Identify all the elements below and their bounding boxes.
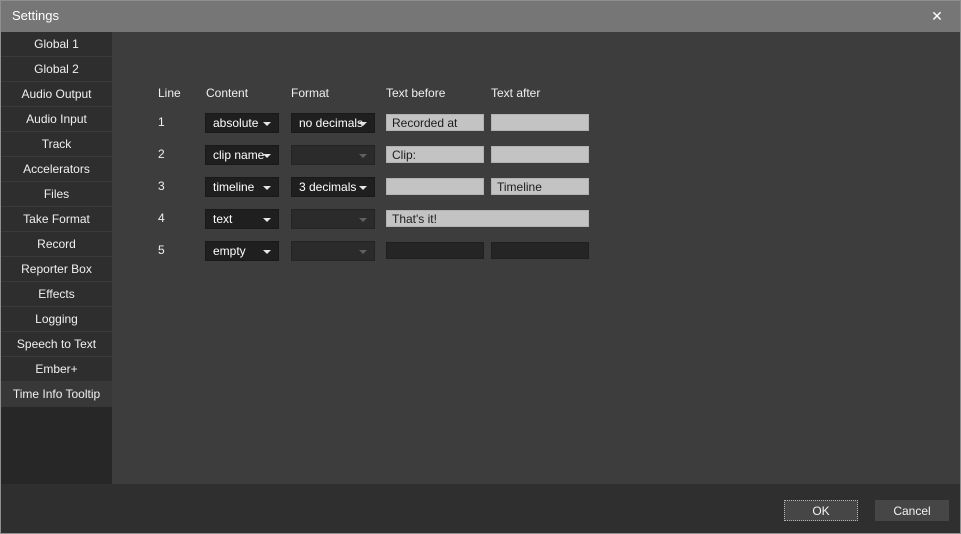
text-before-input-row5 [386, 242, 484, 259]
sidebar-item-logging[interactable]: Logging [1, 307, 112, 332]
close-icon[interactable]: ✕ [914, 1, 960, 32]
format-dropdown-row3[interactable]: 3 decimals [291, 177, 375, 197]
sidebar-item-audio-input[interactable]: Audio Input [1, 107, 112, 132]
chevron-down-icon [263, 154, 271, 158]
sidebar-item-speech-to-text[interactable]: Speech to Text [1, 332, 112, 357]
column-header-text-before: Text before [386, 86, 445, 100]
content-dropdown-row2[interactable]: clip name [205, 145, 279, 165]
sidebar-item-reporter-box[interactable]: Reporter Box [1, 257, 112, 282]
chevron-down-icon [263, 122, 271, 126]
sidebar-item-track[interactable]: Track [1, 132, 112, 157]
content-dropdown-row4[interactable]: text [205, 209, 279, 229]
dialog-title: Settings [12, 8, 59, 23]
sidebar-item-ember-plus[interactable]: Ember+ [1, 357, 112, 382]
format-dropdown-row4 [291, 209, 375, 229]
line-number-4: 4 [158, 211, 178, 225]
column-header-line: Line [158, 86, 181, 100]
sidebar-item-audio-output[interactable]: Audio Output [1, 82, 112, 107]
column-header-content: Content [206, 86, 248, 100]
sidebar-item-global-2[interactable]: Global 2 [1, 57, 112, 82]
column-header-text-after: Text after [491, 86, 540, 100]
text-after-input-row3[interactable] [491, 178, 589, 195]
text-before-input-row3[interactable] [386, 178, 484, 195]
settings-category-sidebar: Global 1 Global 2 Audio Output Audio Inp… [1, 32, 112, 484]
chevron-down-icon [263, 218, 271, 222]
format-dropdown-row5 [291, 241, 375, 261]
sidebar-item-record[interactable]: Record [1, 232, 112, 257]
chevron-down-icon [359, 186, 367, 190]
text-after-input-row5 [491, 242, 589, 259]
chevron-down-icon [359, 122, 367, 126]
content-dropdown-row5[interactable]: empty [205, 241, 279, 261]
format-dropdown-row1[interactable]: no decimals [291, 113, 375, 133]
chevron-down-icon [359, 250, 367, 254]
chevron-down-icon [263, 186, 271, 190]
text-before-input-row1[interactable] [386, 114, 484, 131]
sidebar-item-global-1[interactable]: Global 1 [1, 32, 112, 57]
title-bar: Settings ✕ [1, 1, 960, 32]
content-dropdown-row1[interactable]: absolute [205, 113, 279, 133]
ok-button[interactable]: OK [784, 500, 858, 521]
text-after-input-row2[interactable] [491, 146, 589, 163]
sidebar-item-effects[interactable]: Effects [1, 282, 112, 307]
line-number-1: 1 [158, 115, 178, 129]
chevron-down-icon [359, 154, 367, 158]
sidebar-item-take-format[interactable]: Take Format [1, 207, 112, 232]
cancel-button[interactable]: Cancel [875, 500, 949, 521]
settings-dialog: Settings ✕ Global 1 Global 2 Audio Outpu… [0, 0, 961, 534]
sidebar-item-time-info-tooltip[interactable]: Time Info Tooltip [1, 382, 112, 407]
line-number-5: 5 [158, 243, 178, 257]
text-after-input-row1[interactable] [491, 114, 589, 131]
line-number-2: 2 [158, 147, 178, 161]
dialog-footer: OK Cancel [1, 484, 960, 534]
sidebar-item-accelerators[interactable]: Accelerators [1, 157, 112, 182]
format-dropdown-row2 [291, 145, 375, 165]
sidebar-item-files[interactable]: Files [1, 182, 112, 207]
wide-text-input-row4[interactable] [386, 210, 589, 227]
line-number-3: 3 [158, 179, 178, 193]
chevron-down-icon [359, 218, 367, 222]
column-header-format: Format [291, 86, 329, 100]
content-dropdown-row3[interactable]: timeline [205, 177, 279, 197]
text-before-input-row2[interactable] [386, 146, 484, 163]
chevron-down-icon [263, 250, 271, 254]
